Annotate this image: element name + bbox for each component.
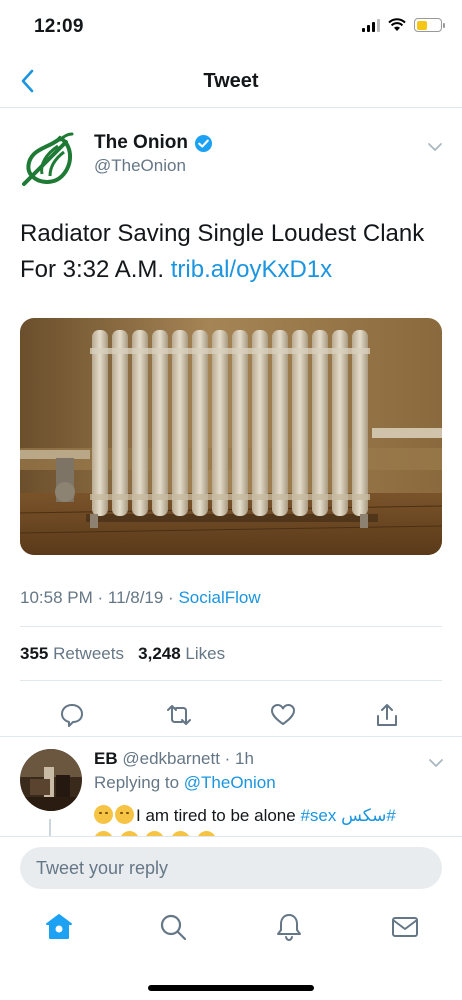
tweet-source[interactable]: SocialFlow [178, 588, 260, 607]
replying-to-label: Replying to [94, 773, 184, 792]
hashtag-sex[interactable]: #sex [300, 806, 336, 825]
divider [20, 680, 442, 681]
tweet-stats: 355 Retweets 3,248 Likes [20, 644, 225, 664]
chevron-down-icon[interactable] [426, 138, 444, 156]
tweet-media-radiator[interactable] [20, 318, 442, 555]
reply-composer [0, 836, 462, 898]
battery-icon [414, 18, 445, 32]
tab-bar [0, 898, 462, 1000]
author-name-text: The Onion [94, 132, 188, 153]
home-indicator [148, 985, 314, 991]
verified-icon [194, 134, 212, 152]
chevron-down-icon[interactable] [428, 755, 444, 771]
avatar-the-onion[interactable] [20, 130, 78, 188]
home-icon[interactable] [44, 912, 74, 942]
divider [20, 626, 442, 627]
search-icon[interactable] [158, 912, 188, 942]
notifications-icon[interactable] [274, 912, 304, 942]
likes-count: 3,248 [138, 644, 181, 663]
tweet-actions [0, 692, 462, 742]
onion-logo-icon [22, 132, 74, 186]
author-handle[interactable]: @TheOnion [94, 156, 186, 176]
emoji-icon [115, 805, 134, 824]
wifi-icon [388, 18, 406, 31]
reply-item[interactable]: EB @edkbarnett · 1h Replying to @TheOnio… [0, 736, 462, 836]
reply-text-body: I am tired to be alone [136, 806, 301, 825]
avatar-edkbarnett[interactable] [20, 749, 82, 811]
retweets-count: 355 [20, 644, 49, 663]
replying-to: Replying to @TheOnion [94, 773, 276, 793]
reply-age: · 1h [219, 749, 254, 768]
reply-author-name[interactable]: EB [94, 749, 118, 768]
author-name[interactable]: The Onion [94, 132, 213, 154]
share-icon[interactable] [374, 702, 400, 728]
nav-bar: Tweet [0, 56, 462, 108]
likes-stat[interactable]: 3,248 Likes [138, 644, 225, 663]
reply-header: EB @edkbarnett · 1h [94, 749, 254, 769]
reply-icon[interactable] [59, 702, 85, 728]
hashtag-arabic[interactable]: سكس# [336, 806, 396, 825]
tweet-timestamp: 10:58 PM · 11/8/19 · [20, 588, 179, 607]
tweet-text: Radiator Saving Single Loudest Clank For… [20, 216, 440, 288]
reply-input[interactable] [20, 847, 442, 889]
status-icons [362, 18, 445, 32]
replying-to-handle[interactable]: @TheOnion [184, 773, 276, 792]
page-title: Tweet [203, 70, 259, 92]
thread-line [49, 819, 51, 836]
retweets-stat[interactable]: 355 Retweets [20, 644, 124, 663]
reply-avatar-image [20, 749, 82, 811]
status-time: 12:09 [34, 16, 84, 37]
tweet-link[interactable]: trib.al/oyKxD1x [171, 256, 332, 283]
status-bar: 12:09 [0, 0, 462, 56]
tweet-meta: 10:58 PM · 11/8/19 · SocialFlow [20, 588, 261, 608]
signal-icon [362, 18, 380, 32]
messages-icon[interactable] [390, 912, 420, 942]
likes-label: Likes [180, 644, 226, 663]
reply-text: I am tired to be alone #sex سكس# [94, 803, 434, 836]
retweets-label: Retweets [48, 644, 124, 663]
radiator-image [20, 318, 442, 555]
retweet-icon[interactable] [166, 702, 192, 728]
like-icon[interactable] [270, 702, 296, 728]
emoji-icon [94, 805, 113, 824]
reply-author-handle[interactable]: @edkbarnett [122, 749, 220, 768]
